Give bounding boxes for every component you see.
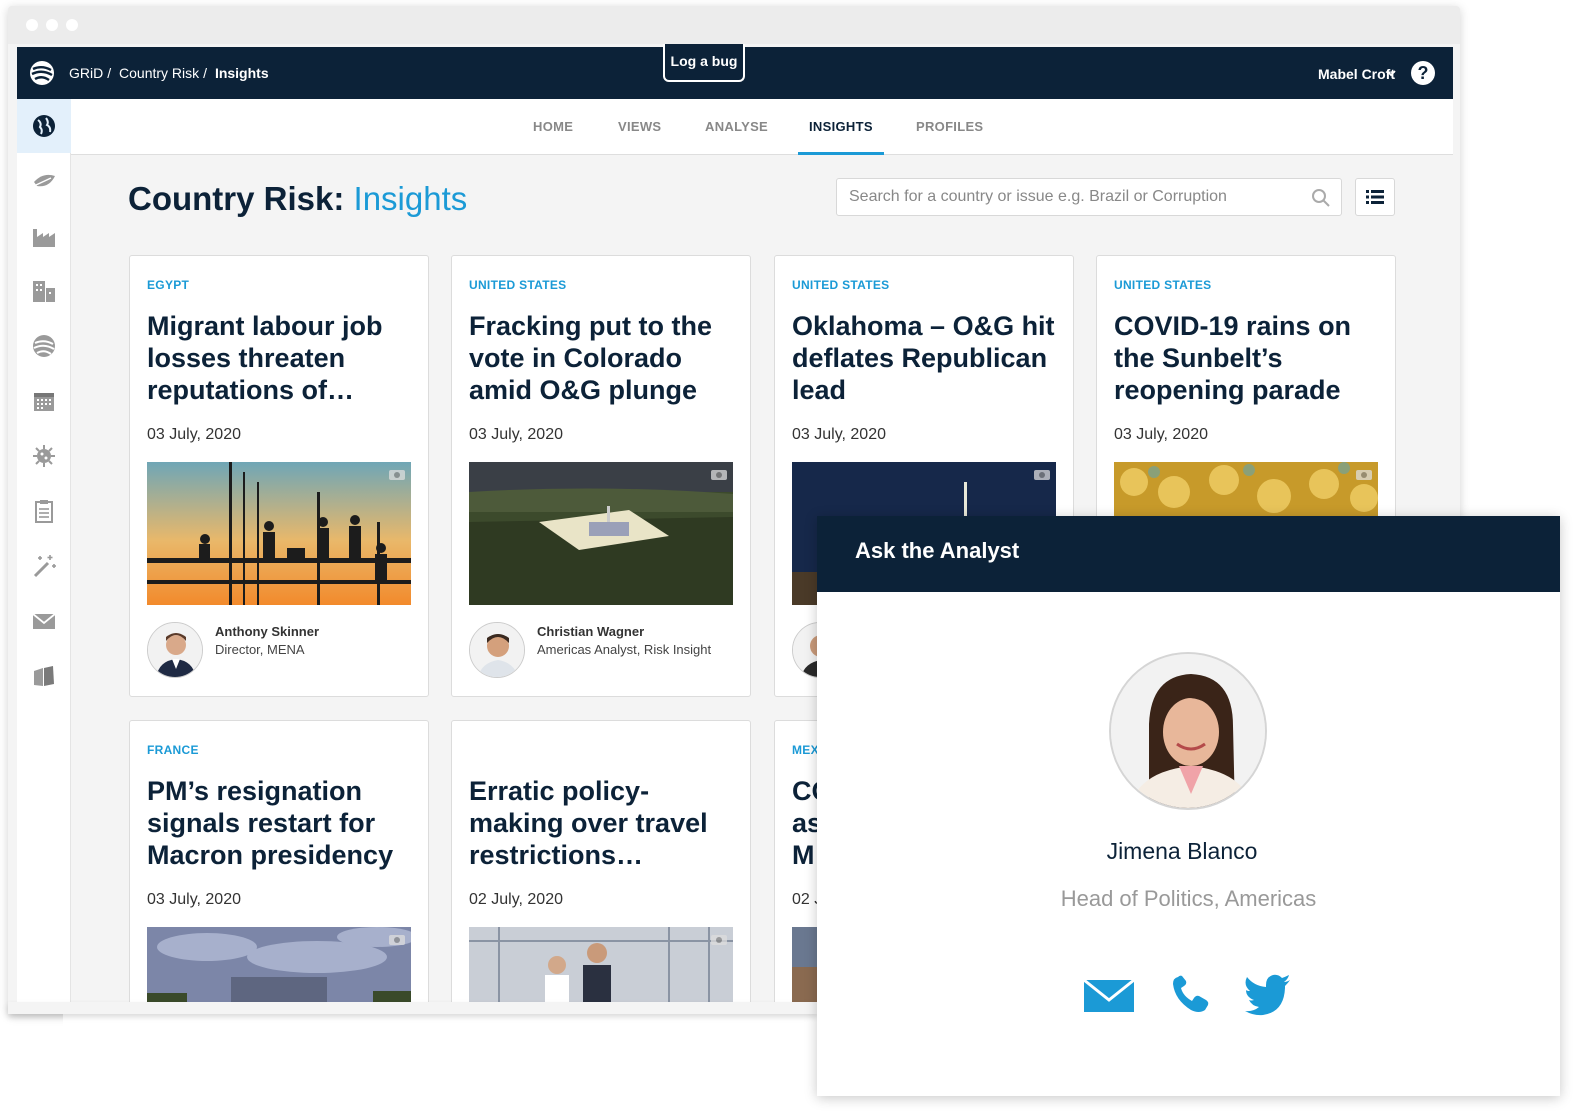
card-author-role: Director, MENA bbox=[215, 642, 305, 657]
avatar bbox=[469, 622, 525, 678]
buildings-icon bbox=[33, 281, 55, 302]
card-author[interactable]: Anthony Skinner bbox=[215, 624, 319, 639]
twitter-icon[interactable] bbox=[1244, 974, 1292, 1016]
camera-icon bbox=[389, 470, 405, 480]
card-headline[interactable]: Fracking put to the vote in Colorado ami… bbox=[469, 310, 739, 406]
card-date: 03 July, 2020 bbox=[147, 426, 241, 443]
breadcrumb: GRiD / Country Risk / Insights bbox=[69, 65, 269, 81]
calendar-icon bbox=[34, 393, 54, 411]
window-titlebar bbox=[8, 6, 1460, 44]
virus-icon bbox=[33, 445, 55, 467]
sidebar-item-global[interactable] bbox=[17, 319, 71, 373]
analyst-name: Jimena Blanco bbox=[1106, 838, 1258, 864]
sidebar-item-wand[interactable] bbox=[17, 539, 71, 593]
sidebar-item-factory[interactable] bbox=[17, 209, 71, 263]
clipboard-icon bbox=[35, 500, 53, 523]
card-date: 03 July, 2020 bbox=[1114, 426, 1208, 443]
card-country: UNITED STATES bbox=[792, 278, 890, 292]
sidebar-item-buildings[interactable] bbox=[17, 264, 71, 318]
factory-icon bbox=[33, 229, 55, 247]
top-navbar: GRiD / Country Risk / Insights Log a bug M… bbox=[17, 44, 1453, 99]
article-card[interactable]: FRANCE PM’s resignation signals restart … bbox=[129, 720, 429, 1020]
leaf-icon bbox=[34, 174, 55, 187]
card-country: UNITED STATES bbox=[1114, 278, 1212, 292]
window-dot[interactable] bbox=[66, 19, 78, 31]
sidebar-item-calendar[interactable] bbox=[17, 374, 71, 428]
phone-icon[interactable] bbox=[1169, 974, 1211, 1016]
tab-insights[interactable]: INSIGHTS bbox=[798, 99, 884, 155]
card-date: 03 July, 2020 bbox=[792, 426, 886, 443]
camera-icon bbox=[1034, 470, 1050, 480]
article-card[interactable]: Erratic policy-making over travel restri… bbox=[451, 720, 751, 1020]
camera-icon bbox=[1356, 470, 1372, 480]
window-dot[interactable] bbox=[26, 19, 38, 31]
card-headline[interactable]: Migrant labour job losses threaten reput… bbox=[147, 310, 417, 406]
card-headline[interactable]: COVID-19 rains on the Sunbelt’s reopenin… bbox=[1114, 310, 1384, 406]
card-headline[interactable]: Erratic policy-making over travel restri… bbox=[469, 775, 739, 871]
section-tabs: HOME VIEWS ANALYSE INSIGHTS PROFILES bbox=[71, 99, 1453, 155]
breadcrumb-grid[interactable]: GRiD bbox=[69, 65, 103, 81]
camera-icon bbox=[389, 935, 405, 945]
camera-icon bbox=[711, 935, 727, 945]
breadcrumb-insights: Insights bbox=[214, 65, 269, 81]
sidebar-item-virus[interactable] bbox=[17, 429, 71, 483]
sidebar-item-mail[interactable] bbox=[17, 594, 71, 648]
log-bug-button[interactable]: Log a bug bbox=[663, 44, 745, 82]
books-icon bbox=[34, 666, 54, 686]
globe-icon bbox=[33, 115, 55, 137]
analyst-photo bbox=[1109, 652, 1267, 810]
tab-analyse[interactable]: ANALYSE bbox=[705, 99, 768, 155]
page-title-main: Country Risk: bbox=[128, 180, 345, 217]
card-country: MEX bbox=[792, 743, 819, 757]
avatar bbox=[147, 622, 203, 678]
list-view-button[interactable] bbox=[1355, 178, 1395, 216]
tab-views[interactable]: VIEWS bbox=[618, 99, 661, 155]
tab-home[interactable]: HOME bbox=[533, 99, 573, 155]
analyst-role: Head of Politics, Americas bbox=[1060, 886, 1317, 911]
card-photo[interactable] bbox=[147, 462, 411, 605]
chevron-down-icon[interactable] bbox=[1385, 67, 1397, 79]
ask-panel-title: Ask the Analyst bbox=[855, 538, 1020, 563]
mail-icon[interactable] bbox=[1083, 974, 1135, 1014]
card-country: EGYPT bbox=[147, 278, 190, 292]
camera-icon bbox=[711, 470, 727, 480]
window-dot[interactable] bbox=[46, 19, 58, 31]
sidebar bbox=[17, 99, 71, 1008]
card-headline[interactable]: Oklahoma – O&G hit deflates Republican l… bbox=[792, 310, 1062, 406]
page-title-accent: Insights bbox=[353, 180, 468, 217]
sidebar-item-leaf[interactable] bbox=[17, 154, 71, 208]
breadcrumb-country-risk[interactable]: Country Risk bbox=[119, 65, 199, 81]
search-box bbox=[836, 178, 1342, 216]
card-country: UNITED STATES bbox=[469, 278, 567, 292]
help-button[interactable]: ? bbox=[1411, 61, 1435, 85]
card-country: FRANCE bbox=[147, 743, 199, 757]
logo-globe-icon bbox=[33, 335, 55, 357]
sidebar-item-books[interactable] bbox=[17, 649, 71, 703]
ask-panel-header: Ask the Analyst bbox=[817, 516, 1560, 592]
user-menu[interactable]: Mabel Croft bbox=[1318, 66, 1395, 82]
card-author[interactable]: Christian Wagner bbox=[537, 624, 644, 639]
card-photo[interactable] bbox=[469, 462, 733, 605]
search-icon[interactable] bbox=[1311, 188, 1331, 208]
window-bottom-mask bbox=[63, 1002, 843, 1115]
list-view-icon bbox=[1366, 190, 1384, 204]
sidebar-item-clipboard[interactable] bbox=[17, 484, 71, 538]
card-author-role: Americas Analyst, Risk Insight bbox=[537, 642, 712, 657]
sidebar-item-globe[interactable] bbox=[17, 99, 71, 153]
card-date: 02 July, 2020 bbox=[469, 891, 563, 908]
mail-icon bbox=[32, 613, 56, 629]
card-date: 03 July, 2020 bbox=[469, 426, 563, 443]
ask-the-analyst-panel: Ask the Analyst Jimena Blanco Head of Po… bbox=[817, 516, 1560, 1096]
search-input[interactable] bbox=[849, 179, 1309, 215]
article-card[interactable]: EGYPT Migrant labour job losses threaten… bbox=[129, 255, 429, 697]
card-date: 03 July, 2020 bbox=[147, 891, 241, 908]
magic-wand-icon bbox=[33, 555, 56, 578]
window-bottom-edge bbox=[8, 1002, 818, 1014]
page-title: Country Risk: Insights bbox=[128, 180, 467, 218]
article-card[interactable]: UNITED STATES Fracking put to the vote i… bbox=[451, 255, 751, 697]
card-headline[interactable]: PM’s resignation signals restart for Mac… bbox=[147, 775, 417, 871]
tab-profiles[interactable]: PROFILES bbox=[916, 99, 983, 155]
grid-logo-icon[interactable] bbox=[29, 60, 55, 86]
